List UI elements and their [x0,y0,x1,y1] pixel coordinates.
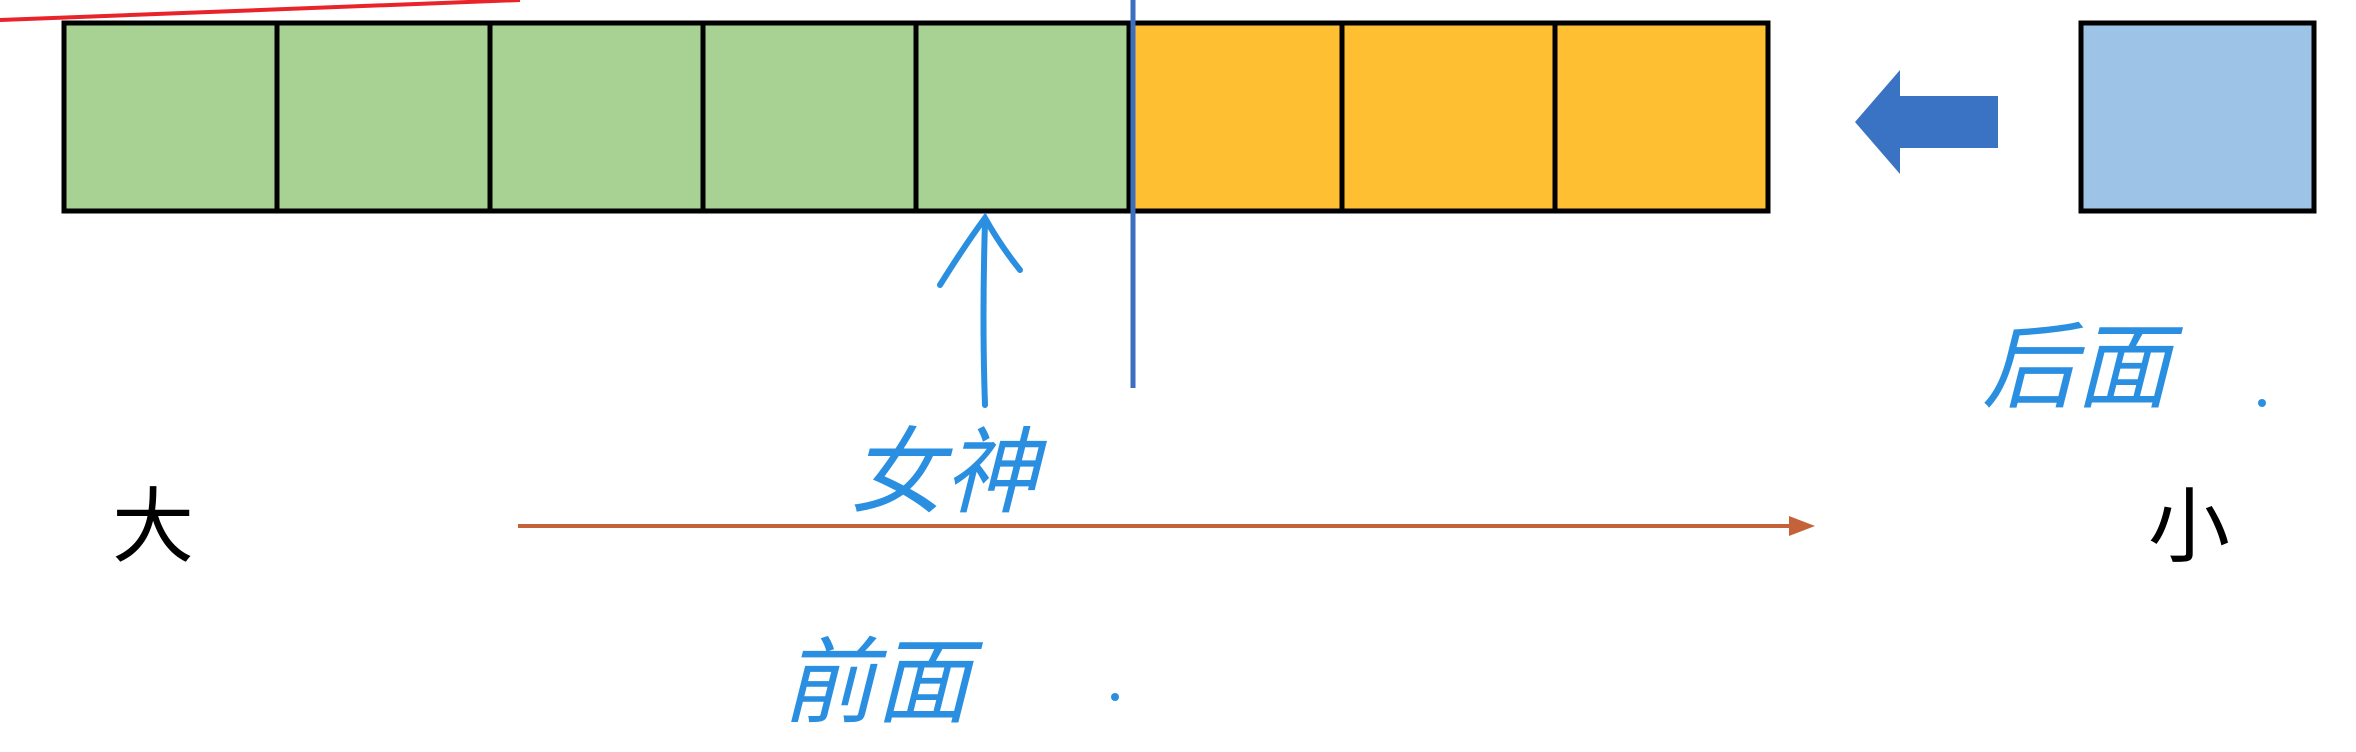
back-note-dot [2258,399,2266,407]
orange-cell [1339,20,1558,214]
priority-queue-diagram: 大 小 女神 前面 后面 [0,0,2317,738]
green-cell [913,20,1132,214]
front-note-dot [1111,693,1119,701]
green-cell [61,20,280,214]
order-arrowhead [1789,516,1815,536]
green-cell [487,20,706,214]
up-arrow-icon [937,212,1023,408]
small-label: 小 [2148,480,2230,575]
front-note: 前面 [782,629,984,738]
red-stroke [0,0,521,22]
boundary-note: 女神 [850,419,1047,528]
incoming-cell [2078,20,2317,214]
orange-cell [1552,20,1771,214]
left-arrow-icon [1855,70,1998,174]
big-label: 大 [112,480,194,575]
orange-cell [1126,20,1345,214]
back-note: 后面 [1982,314,2184,423]
green-cell [274,20,493,214]
green-cell [700,20,919,214]
queue-cells [61,20,1771,214]
